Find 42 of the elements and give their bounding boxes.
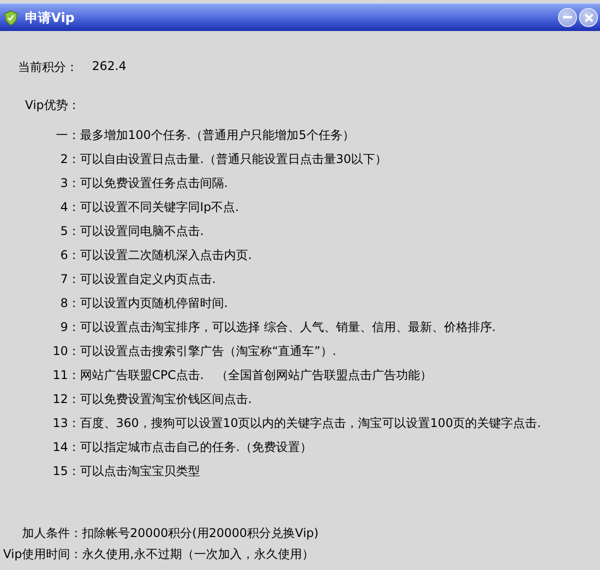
item-number: 10： [52,342,80,360]
item-number: 14： [52,438,80,456]
term-value: 永久使用,永不过期（一次加入，永久使用） [82,546,314,563]
item-text: 百度、360，搜狗可以设置10页以内的关键字点击，淘宝可以设置100页的关键字点击. [80,414,541,432]
minus-icon [563,16,572,19]
points-label: 当前积分： [18,59,78,76]
item-number: 一： [55,126,80,144]
item-text: 可以设置点击淘宝排序，可以选择 综合、人气、销量、信用、最新、价格排序. [80,318,496,336]
item-number: 7： [59,270,80,288]
item-text: 网站广告联盟CPC点击. （全国首创网站广告联盟点击广告功能） [80,366,432,384]
minimize-button[interactable] [558,8,577,27]
close-button[interactable] [579,8,598,27]
item-text: 最多增加100个任务.（普通用户只能增加5个任务） [80,126,354,144]
points-value: 262.4 [92,59,126,75]
term-value: 扣除帐号20000积分(用20000积分兑换Vip) [82,525,319,542]
shield-icon [3,10,19,26]
advantages-heading: Vip优势： [25,97,81,114]
item-number: 9： [59,318,80,336]
term-label: 加人条件： [21,525,82,542]
item-number: 4： [59,198,80,216]
item-text: 可以免费设置淘宝价钱区间点击. [80,390,252,408]
window-title: 申请Vip [25,10,75,26]
item-text: 可以点击淘宝宝贝类型 [80,462,200,480]
item-number: 15： [52,462,80,480]
item-number: 6： [59,246,80,264]
item-text: 可以免费设置任务点击间隔. [80,174,228,192]
item-number: 3： [59,174,80,192]
item-text: 可以指定城市点击自己的任务.（免费设置） [80,438,312,456]
item-text: 可以自由设置日点击量.（普通只能设置日点击量30以下） [80,150,388,168]
item-number: 2： [59,150,80,168]
item-text: 可以设置二次随机深入点击内页. [80,246,252,264]
item-number: 11： [52,366,80,384]
term-label: Vip使用时间： [2,546,82,563]
item-text: 可以设置点击搜索引擎广告（淘宝称“直通车”）. [80,342,336,360]
item-text: 可以设置自定义内页点击. [80,270,216,288]
item-text: 可以设置内页随机停留时间. [80,294,228,312]
item-number: 12： [52,390,80,408]
item-number: 8： [59,294,80,312]
item-number: 13： [52,414,80,432]
item-text: 可以设置同电脑不点击. [80,222,204,240]
item-number: 5： [59,222,80,240]
item-text: 可以设置不同关键字同Ip不点. [80,198,239,216]
